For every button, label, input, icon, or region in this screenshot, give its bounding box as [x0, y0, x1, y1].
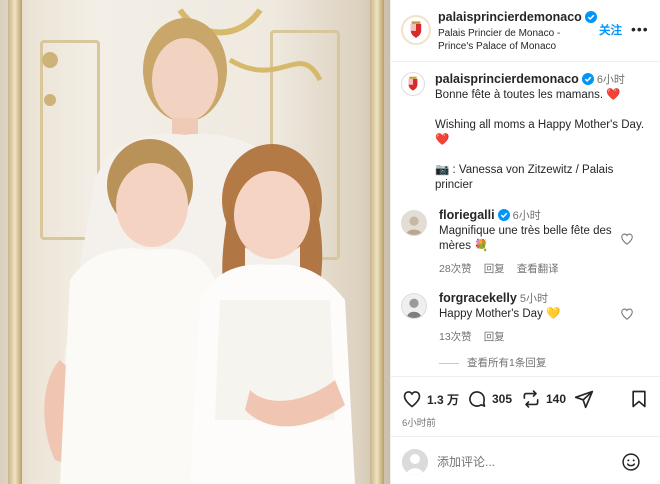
save-button[interactable] — [629, 389, 649, 409]
account-username[interactable]: palaisprincierdemonaco — [438, 10, 597, 24]
emoji-icon[interactable] — [621, 452, 641, 472]
account-avatar[interactable] — [401, 15, 431, 45]
verified-badge-icon — [497, 209, 510, 221]
like-button[interactable]: 1.3 万 — [402, 389, 459, 409]
comment-text: Happy Mother's Day 💛 — [439, 308, 561, 320]
comment-meta: 28次赞 回复 查看翻译 — [439, 261, 571, 276]
heart-icon[interactable] — [620, 232, 634, 246]
caption-time: 6小时 — [596, 74, 625, 86]
comment-reply-button[interactable]: 回复 — [484, 331, 505, 343]
comment-input[interactable] — [437, 451, 607, 473]
comment-text: Magnifique une très belle fête des mères… — [439, 225, 612, 252]
current-user-avatar[interactable] — [402, 449, 428, 475]
caption-line-2: Wishing all moms a Happy Mother's Day. — [435, 119, 645, 131]
caption-username[interactable]: palaisprincierdemonaco — [435, 72, 579, 86]
heart-emoji-icon: ❤️ — [606, 89, 621, 101]
user-avatar-icon — [402, 294, 426, 318]
comment-body: forgracekelly 5小时 Happy Mother's Day 💛 — [439, 291, 619, 322]
comment-likes[interactable]: 13次赞 — [439, 331, 472, 343]
post-side-panel: palaisprincierdemonaco Palais Princier d… — [390, 0, 660, 484]
follow-button[interactable]: 关注 — [599, 22, 622, 38]
like-count: 1.3 万 — [427, 392, 460, 407]
view-all-replies[interactable]: 查看所有1条回复 — [439, 355, 546, 370]
save-icon — [632, 390, 646, 408]
caption-line-3: 📷 : Vanessa von Zitzewitz / Palais princ… — [435, 164, 614, 191]
caption-text: palaisprincierdemonaco 6小时 Bonne fête à t… — [435, 72, 645, 208]
post-time-ago: 6小时前 — [402, 418, 436, 429]
comment-avatar[interactable] — [401, 210, 427, 236]
repost-icon — [523, 390, 539, 408]
comment-avatar[interactable] — [401, 293, 427, 319]
caption-avatar[interactable] — [401, 72, 425, 96]
more-icon[interactable]: ••• — [631, 22, 649, 36]
comment-time: 5小时 — [519, 293, 548, 305]
post-photo[interactable] — [0, 0, 390, 484]
crest-icon — [402, 73, 424, 95]
comment-username[interactable]: floriegalli — [439, 208, 495, 222]
verified-badge-icon — [584, 11, 597, 23]
comment-likes[interactable]: 28次赞 — [439, 263, 472, 275]
comment-composer — [391, 436, 660, 484]
comment-translate-button[interactable]: 查看翻译 — [517, 263, 559, 275]
reply-divider-line — [439, 362, 459, 364]
view-all-replies-label[interactable]: 查看所有1条回复 — [467, 357, 546, 369]
share-button[interactable] — [574, 389, 594, 409]
share-icon — [574, 390, 594, 409]
photo-background — [0, 0, 390, 484]
repost-button[interactable]: 140 — [521, 389, 566, 409]
comment-button[interactable]: 305 — [467, 389, 512, 409]
verified-badge-icon — [581, 73, 594, 85]
comment-meta: 13次赞 回复 — [439, 329, 517, 344]
comment-username[interactable]: forgracekelly — [439, 291, 517, 305]
comment-icon — [469, 391, 486, 407]
account-subtitle: Palais Princier de Monaco - Prince's Pal… — [438, 28, 561, 52]
heart-icon[interactable] — [620, 307, 634, 321]
user-avatar-icon — [402, 211, 426, 235]
post-actions: 1.3 万 305 140 6小时前 — [391, 376, 660, 436]
photo-scene — [42, 8, 355, 484]
comment-body: floriegalli 6小时 Magnifique une très belle… — [439, 208, 619, 254]
comment-reply-button[interactable]: 回复 — [484, 263, 505, 275]
user-avatar-icon — [402, 449, 428, 475]
comment-count: 305 — [492, 392, 513, 406]
comment-time: 6小时 — [512, 210, 541, 222]
heart-icon — [403, 391, 421, 408]
account-username-text[interactable]: palaisprincierdemonaco — [438, 10, 582, 24]
crest-icon — [403, 17, 429, 43]
heart-emoji-icon: ❤️ — [435, 134, 450, 146]
post-header: palaisprincierdemonaco Palais Princier d… — [391, 0, 660, 62]
caption-line-1: Bonne fête à toutes les mamans. — [435, 89, 607, 101]
repost-count: 140 — [546, 392, 567, 406]
